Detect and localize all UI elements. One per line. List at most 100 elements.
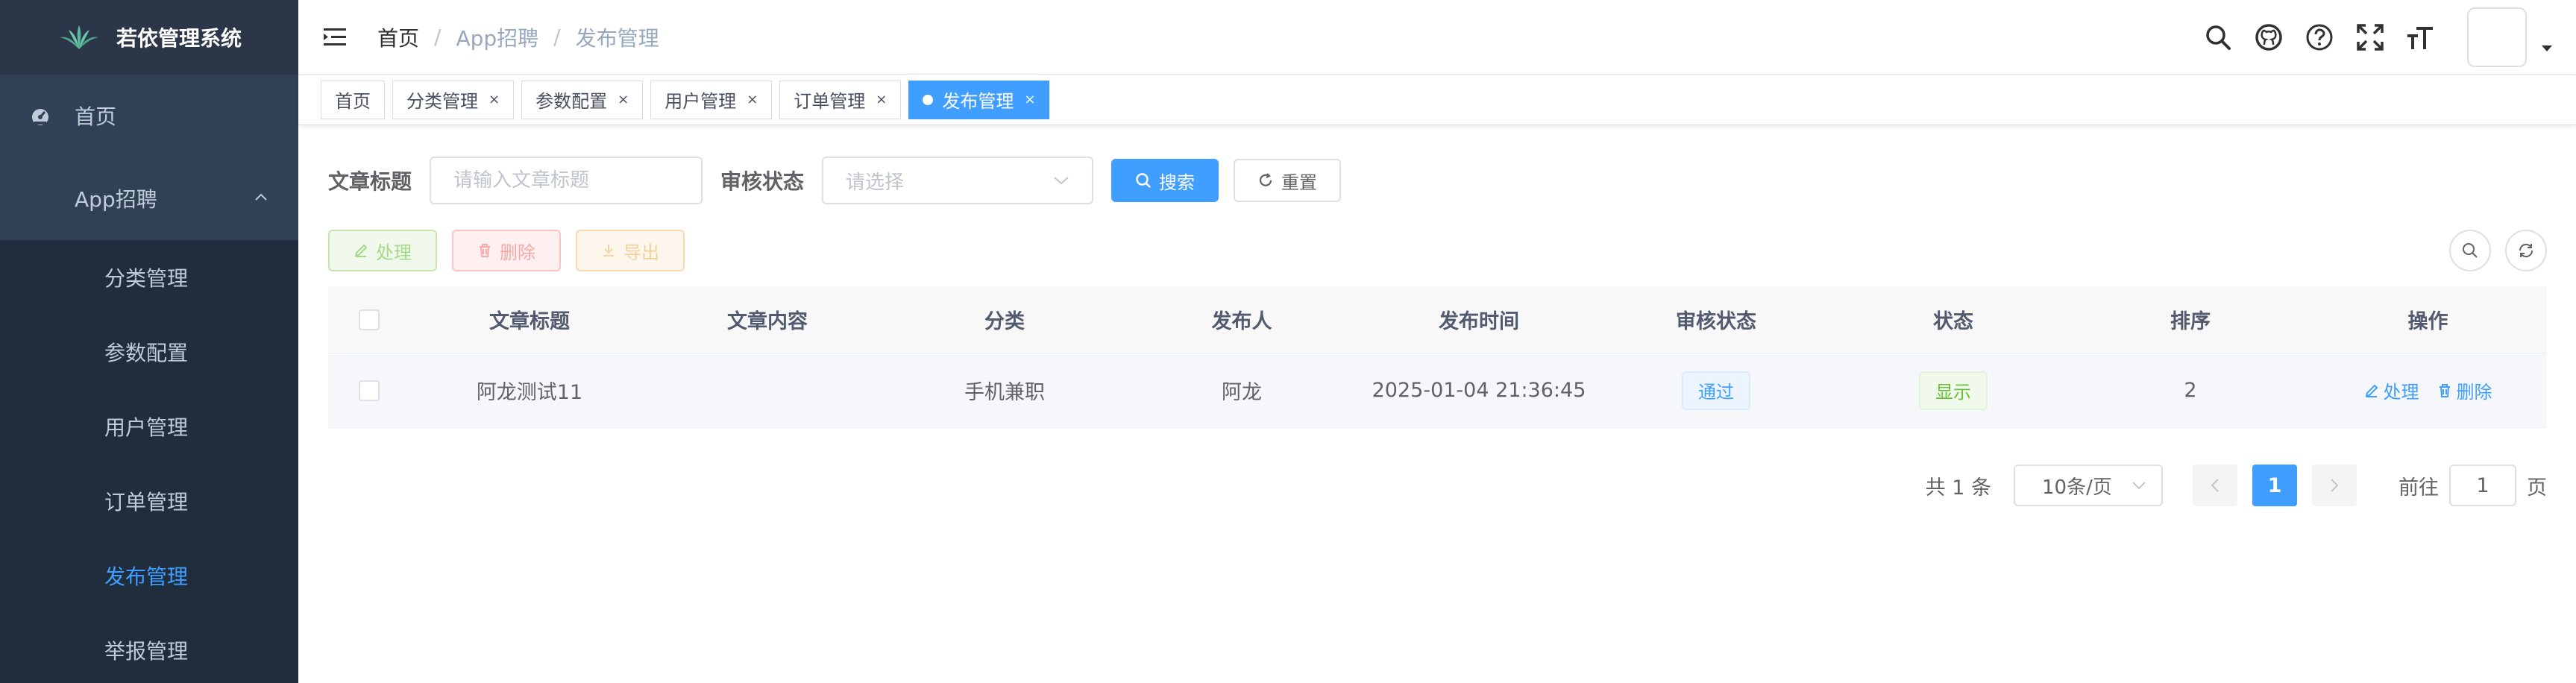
chevron-down-icon <box>2132 482 2146 490</box>
tag-category[interactable]: 分类管理 × <box>392 80 515 119</box>
status-select-placeholder: 请选择 <box>846 171 905 194</box>
sidebar-item-category[interactable]: 分类管理 <box>0 240 298 315</box>
chevron-down-icon <box>1054 177 1069 185</box>
tag-label: 分类管理 <box>406 91 478 112</box>
search-icon[interactable] <box>2203 22 2233 52</box>
chevron-up-icon <box>255 193 267 201</box>
title-input[interactable] <box>430 157 703 204</box>
tag-label: 首页 <box>335 91 371 112</box>
row-delete-link[interactable]: 删除 <box>2437 377 2492 403</box>
sidebar-item-label: 首页 <box>75 104 117 129</box>
close-icon[interactable]: × <box>876 92 887 107</box>
pagination-total: 共 1 条 <box>1925 476 1991 500</box>
tag-config[interactable]: 参数配置 × <box>521 80 644 119</box>
breadcrumb-separator: / <box>553 25 561 49</box>
column-header: 操作 <box>2407 310 2448 333</box>
sidebar-item-users[interactable]: 用户管理 <box>0 389 298 464</box>
page-size-value: 10条/页 <box>2042 476 2112 499</box>
close-icon[interactable]: × <box>489 92 500 107</box>
tag-home[interactable]: 首页 <box>321 80 385 119</box>
search-button[interactable]: 搜索 <box>1111 159 1219 202</box>
delete-button[interactable]: 删除 <box>452 230 561 271</box>
status-label: 审核状态 <box>720 169 805 194</box>
next-page-button[interactable] <box>2312 465 2357 506</box>
breadcrumb: 首页 / App招聘 / 发布管理 <box>377 22 659 52</box>
tags-view: 首页 分类管理 × 参数配置 × 用户管理 × 订单管理 × 发布管理 × <box>298 75 2576 125</box>
select-all-checkbox[interactable] <box>359 309 380 330</box>
navbar-right <box>2203 0 2576 75</box>
column-header: 状态 <box>1933 310 1973 333</box>
avatar[interactable] <box>2467 7 2527 67</box>
fullscreen-icon[interactable] <box>2355 22 2385 52</box>
cell-sort: 2 <box>2184 379 2197 402</box>
sidebar-item-label: 参数配置 <box>104 341 189 365</box>
data-table: 文章标题 文章内容 分类 发布人 发布时间 审核状态 状态 排序 操作 阿龙测试… <box>328 286 2547 428</box>
logo[interactable]: 若依管理系统 <box>0 0 298 75</box>
refresh-icon <box>1259 173 1272 186</box>
row-process-label: 处理 <box>2383 382 2419 403</box>
row-delete-label: 删除 <box>2456 382 2492 403</box>
column-header: 发布时间 <box>1439 310 1519 333</box>
sidebar-item-orders[interactable]: 订单管理 <box>0 464 298 538</box>
tag-label: 参数配置 <box>535 91 608 112</box>
process-button[interactable]: 处理 <box>328 230 437 271</box>
column-header: 审核状态 <box>1676 310 1756 333</box>
sidebar-group-label: App招聘 <box>75 187 157 212</box>
refresh-button[interactable] <box>2505 230 2547 271</box>
sidebar: 若依管理系统 首页 App招聘 分类管理 参数配置 用户管理 订单管理 发布管理… <box>0 0 298 683</box>
table-row[interactable]: 阿龙测试11 手机兼职 阿龙 2025-01-04 21:36:45 通过 显示… <box>328 353 2547 428</box>
caret-down-icon[interactable] <box>2540 44 2554 53</box>
sidebar-item-label: 用户管理 <box>104 415 189 440</box>
status-select[interactable]: 请选择 <box>822 157 1094 204</box>
chevron-right-icon <box>2331 479 2339 492</box>
cell-status: 显示 <box>1835 371 2072 410</box>
submenu: 分类管理 参数配置 用户管理 订单管理 发布管理 举报管理 <box>0 240 298 683</box>
export-button[interactable]: 导出 <box>576 230 685 271</box>
sidebar-group-app-recruit[interactable]: App招聘 <box>0 157 298 240</box>
delete-button-label: 删除 <box>500 242 535 263</box>
sidebar-item-publish[interactable]: 发布管理 <box>0 538 298 613</box>
sidebar-item-home[interactable]: 首页 <box>0 75 298 157</box>
page-number-current[interactable]: 1 <box>2252 465 2297 506</box>
trash-icon <box>480 244 490 257</box>
search-form: 文章标题 审核状态 请选择 搜索 重置 <box>328 157 1342 204</box>
prev-page-button[interactable] <box>2193 465 2237 506</box>
column-header: 文章标题 <box>489 310 570 333</box>
sidebar-item-reports[interactable]: 举报管理 <box>0 613 298 683</box>
close-icon[interactable]: × <box>1024 92 1035 107</box>
column-header: 发布人 <box>1211 310 1272 333</box>
font-size-icon[interactable] <box>2406 22 2436 52</box>
sidebar-item-config[interactable]: 参数配置 <box>0 315 298 389</box>
goto-page-input[interactable]: 1 <box>2449 465 2516 506</box>
reset-button-label: 重置 <box>1281 171 1318 193</box>
column-header: 文章内容 <box>727 310 808 333</box>
github-icon[interactable] <box>2254 22 2284 52</box>
breadcrumb-home[interactable]: 首页 <box>377 22 419 52</box>
cell-publisher: 阿龙 <box>1222 381 1262 404</box>
active-dot-icon <box>923 94 934 105</box>
close-icon[interactable]: × <box>618 92 629 107</box>
tag-label: 订单管理 <box>794 91 866 112</box>
page-size-select[interactable]: 10条/页 <box>2014 465 2163 506</box>
row-checkbox[interactable] <box>359 380 380 401</box>
column-header: 排序 <box>2170 310 2211 333</box>
row-process-link[interactable]: 处理 <box>2364 377 2419 403</box>
cell-category: 手机兼职 <box>964 381 1045 404</box>
app-root: 若依管理系统 首页 App招聘 分类管理 参数配置 用户管理 订单管理 发布管理… <box>0 0 2576 683</box>
export-button-label: 导出 <box>623 242 659 263</box>
sidebar-item-label: 分类管理 <box>104 266 189 291</box>
navbar: 首页 / App招聘 / 发布管理 <box>298 0 2576 75</box>
help-icon[interactable] <box>2305 22 2334 52</box>
reset-button[interactable]: 重置 <box>1234 159 1342 202</box>
column-header: 分类 <box>984 310 1025 333</box>
tag-orders[interactable]: 订单管理 × <box>779 80 902 119</box>
breadcrumb-group: App招聘 <box>456 25 539 51</box>
dashboard-icon <box>32 109 48 125</box>
trash-icon <box>2439 383 2450 397</box>
breadcrumb-current: 发布管理 <box>575 25 659 51</box>
tag-publish[interactable]: 发布管理 × <box>908 80 1050 119</box>
hamburger-icon[interactable] <box>322 25 348 50</box>
close-icon[interactable]: × <box>747 92 758 107</box>
tag-users[interactable]: 用户管理 × <box>650 80 773 119</box>
toggle-search-button[interactable] <box>2449 230 2491 271</box>
